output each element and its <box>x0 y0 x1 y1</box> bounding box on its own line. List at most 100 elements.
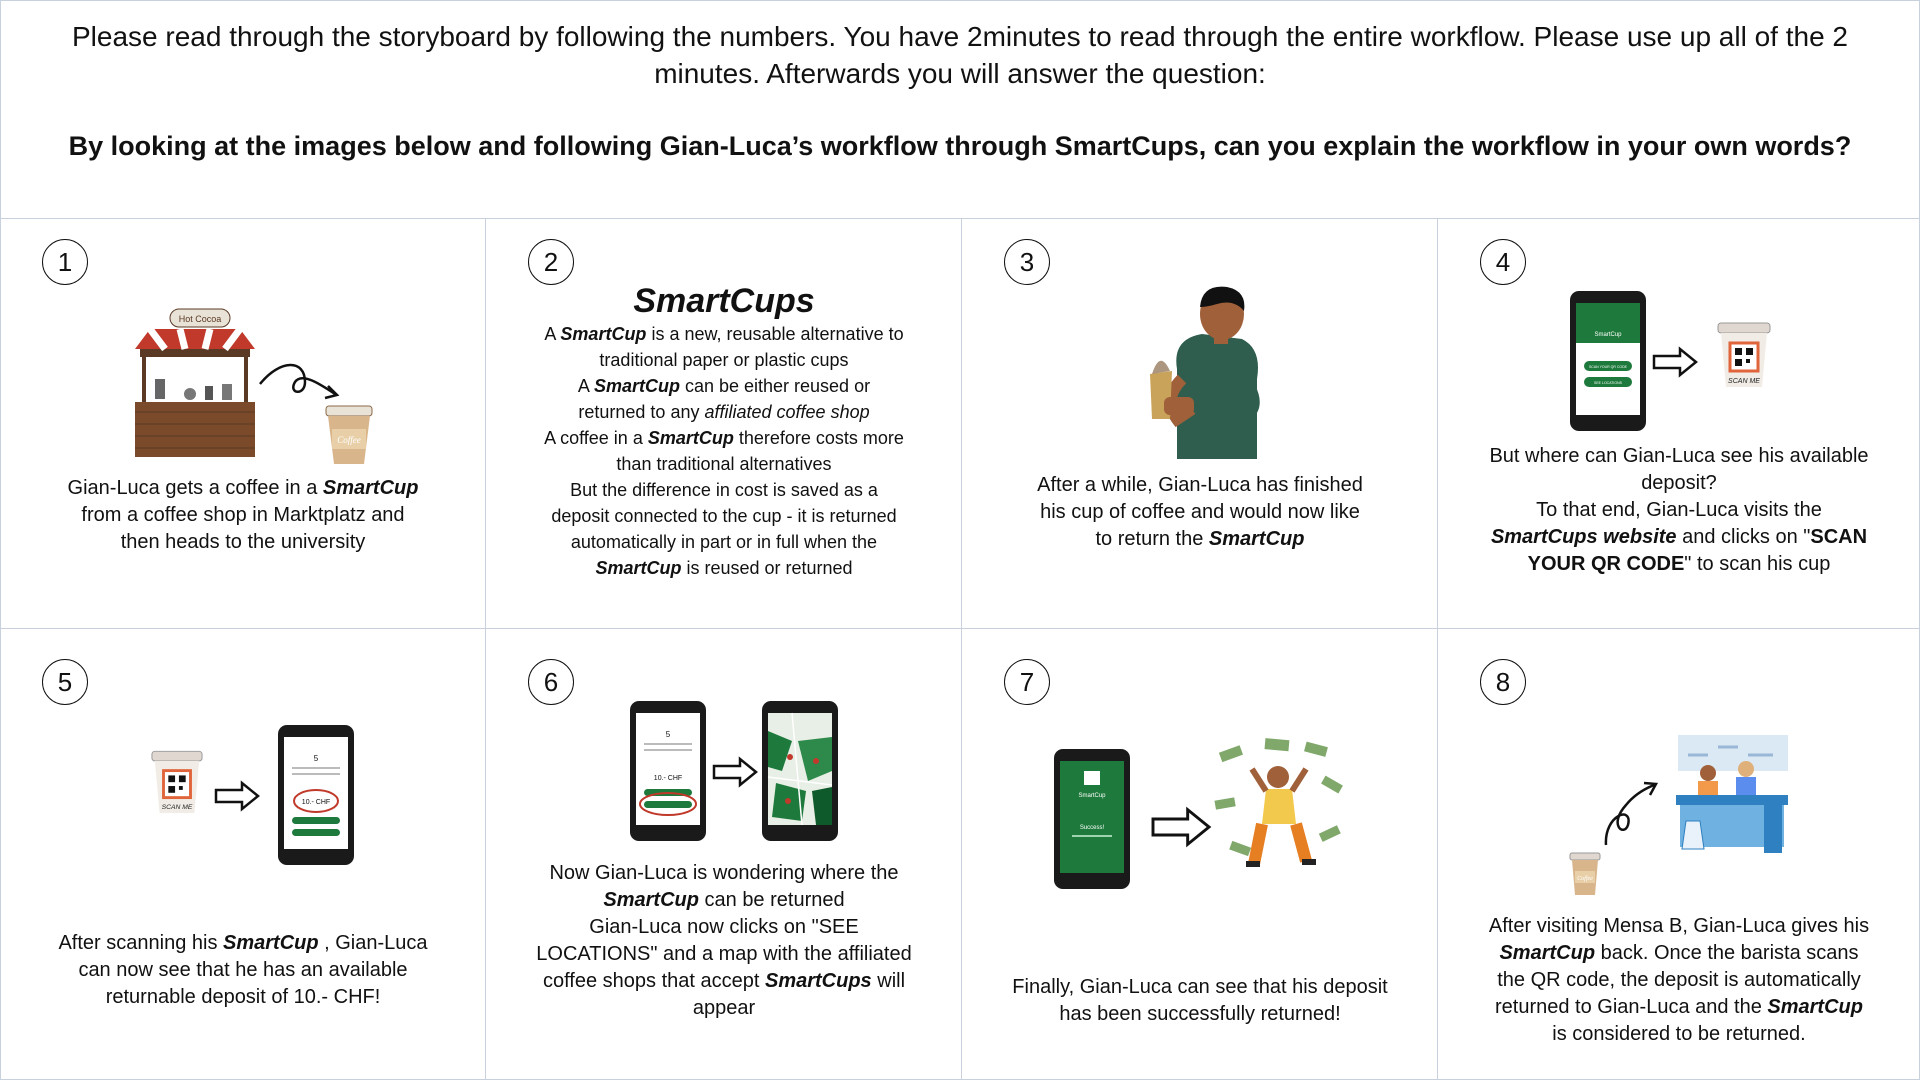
text-span: traditional paper or plastic cups <box>599 350 849 370</box>
phone-smartcup-site: SmartCup SCAN YOUR QR CODE SEE LOCATIONS <box>1570 291 1646 431</box>
step-number: 2 <box>528 239 574 285</box>
panel-5-caption: After scanning his SmartCup , Gian-Luca … <box>30 930 456 1011</box>
step-number: 8 <box>1480 659 1526 705</box>
arrow-right-icon <box>1151 806 1212 848</box>
text-span: therefore costs more <box>733 428 904 448</box>
text-span: SmartCup <box>603 889 699 911</box>
text-span: " to scan his cup <box>1684 553 1831 575</box>
text-span: SCAN YOUR QR CODE <box>1589 365 1628 369</box>
panel-6: 6 5 10.- CHF Now Gian-Luca is wondering … <box>486 629 962 1080</box>
text-span: A <box>577 376 594 396</box>
panel-3: 3 After a while, Gian-Luca has finished … <box>962 219 1438 629</box>
text-span: can now see that he has an available <box>78 959 408 981</box>
text-span: Success! <box>1080 825 1105 831</box>
happy-person-money-illustration <box>1214 738 1343 867</box>
panel-2: 2 SmartCups A SmartCup is a new, reusabl… <box>486 219 962 629</box>
text-span: 10.- CHF <box>302 799 330 806</box>
panel-7-caption: Finally, Gian-Luca can see that his depo… <box>972 974 1428 1028</box>
text-span: SmartCup <box>647 428 734 448</box>
text-span: returned to Gian-Luca and the <box>1495 996 1768 1018</box>
step-number: 5 <box>42 659 88 705</box>
text-span: A coffee in a <box>544 428 648 448</box>
text-span: SmartCup <box>1499 942 1596 964</box>
arrow-right-icon <box>712 756 758 788</box>
text-span: But where can Gian-Luca see his availabl… <box>1489 445 1869 467</box>
text-span: SCAN ME <box>162 804 193 811</box>
panel-7: 7 SmartCup Success! Finally, Gian-Luca c… <box>962 629 1438 1080</box>
text-span: YOUR QR CODE <box>1527 553 1685 575</box>
instructions-header: Please read through the storyboard by fo… <box>0 0 1920 219</box>
brand-text: SmartCup <box>322 477 419 499</box>
text-span: can be either reused or <box>679 376 871 396</box>
text-span: SmartCup <box>560 324 647 344</box>
text-span: SmartCup <box>1208 528 1305 550</box>
text-span: is a new, reusable alternative to <box>646 324 904 344</box>
text-span: SCAN ME <box>1728 378 1760 385</box>
arrow-right-icon <box>1652 346 1698 378</box>
text-span: to return the <box>1095 528 1209 550</box>
panel-5: 5 SCAN ME 5 10.- CHF After scanning his … <box>0 629 486 1080</box>
text-span: is reused or returned <box>681 558 853 578</box>
caption-line: Gian-Luca gets a coffee in a <box>67 477 323 499</box>
qr-cup-icon: SCAN ME <box>1717 322 1771 387</box>
step-number: 6 <box>528 659 574 705</box>
text-span: SmartCups website <box>1490 526 1677 548</box>
text-span: can be returned <box>698 889 845 911</box>
text-span: has been successfully returned! <box>1059 1003 1341 1025</box>
panel-3-caption: After a while, Gian-Luca has finished hi… <box>982 472 1418 553</box>
question-text: By looking at the images below and follo… <box>68 131 1852 161</box>
step-number: 1 <box>42 239 88 285</box>
phone-deposit-screen: 5 10.- CHF <box>630 701 706 841</box>
text-span: is considered to be returned. <box>1552 1023 1806 1045</box>
person-drinking-illustration <box>1150 286 1260 459</box>
storyboard-grid: 1 Hot Cocoa Coffee Gian-Luca gets a coff… <box>0 219 1920 1080</box>
text-span: deposit? <box>1641 472 1717 494</box>
text-span: Gian-Luca now clicks on "SEE <box>589 916 859 938</box>
text-span: After a while, Gian-Luca has finished <box>1037 474 1363 496</box>
text-span: coffee shops that accept <box>542 970 765 992</box>
text-span: will <box>871 970 906 992</box>
text-span: than traditional alternatives <box>616 454 832 474</box>
coffee-stand-illustration: Hot Cocoa Coffee <box>135 308 373 464</box>
panel-2-caption: SmartCups A SmartCup is a new, reusable … <box>496 281 952 581</box>
step-number: 4 <box>1480 239 1526 285</box>
text-span: his cup of coffee and would now like <box>1040 501 1360 523</box>
text-span: Coffee <box>1577 875 1593 882</box>
text-span: the QR code, the deposit is automaticall… <box>1497 969 1861 991</box>
text-span: SEE LOCATIONS <box>1594 381 1623 385</box>
phone-deposit-screen: 5 10.- CHF <box>278 725 354 865</box>
panel-5-illustration: SCAN ME 5 10.- CHF <box>150 725 360 875</box>
panel-8: 8 Coffee After visiting Mensa B, Gian-Lu… <box>1438 629 1920 1080</box>
text-span: A <box>544 324 561 344</box>
text-span: But the difference in cost is saved as a <box>570 480 878 500</box>
text-span: affiliated coffee shop <box>704 402 870 422</box>
text-span: After visiting Mensa B, Gian-Luca gives … <box>1488 915 1870 937</box>
arrow-right-icon <box>214 780 260 812</box>
text-span: 5 <box>666 730 671 739</box>
step-number: 3 <box>1004 239 1050 285</box>
panel-4: 4 SmartCup SCAN YOUR QR CODE SEE LOCATIO… <box>1438 219 1920 629</box>
cup-to-barista-illustration: Coffee <box>1569 735 1788 895</box>
text-span: back. Once the barista scans <box>1595 942 1859 964</box>
panel-8-caption: After visiting Mensa B, Gian-Luca gives … <box>1448 913 1910 1048</box>
text-span: To that end, Gian-Luca visits the <box>1536 499 1822 521</box>
phone-success-screen: SmartCup Success! <box>1054 749 1130 889</box>
text-span: and clicks on " <box>1676 526 1811 548</box>
text-span: deposit connected to the cup - it is ret… <box>551 506 897 526</box>
qr-cup-icon: SCAN ME <box>151 750 203 814</box>
text-span: SmartCup <box>1767 996 1863 1018</box>
smartcups-title: SmartCups <box>633 282 815 320</box>
text-span: SmartCup <box>1078 793 1106 799</box>
text-span: Finally, Gian-Luca can see that his depo… <box>1012 976 1388 998</box>
step-number: 7 <box>1004 659 1050 705</box>
text-span: SmartCups <box>764 970 872 992</box>
panel-6-caption: Now Gian-Luca is wondering where the Sma… <box>496 860 952 1022</box>
panel-4-caption: But where can Gian-Luca see his availabl… <box>1448 443 1910 578</box>
text-span: After scanning his <box>58 932 223 954</box>
text-span: , Gian-Luca <box>318 932 428 954</box>
text-span: returnable deposit of 10.- CHF! <box>105 986 381 1008</box>
text-span: automatically in part or in full when th… <box>570 532 878 552</box>
cup-label: Coffee <box>337 435 361 445</box>
text-span: SCAN <box>1810 526 1868 548</box>
text-span: SmartCup <box>1594 332 1622 338</box>
